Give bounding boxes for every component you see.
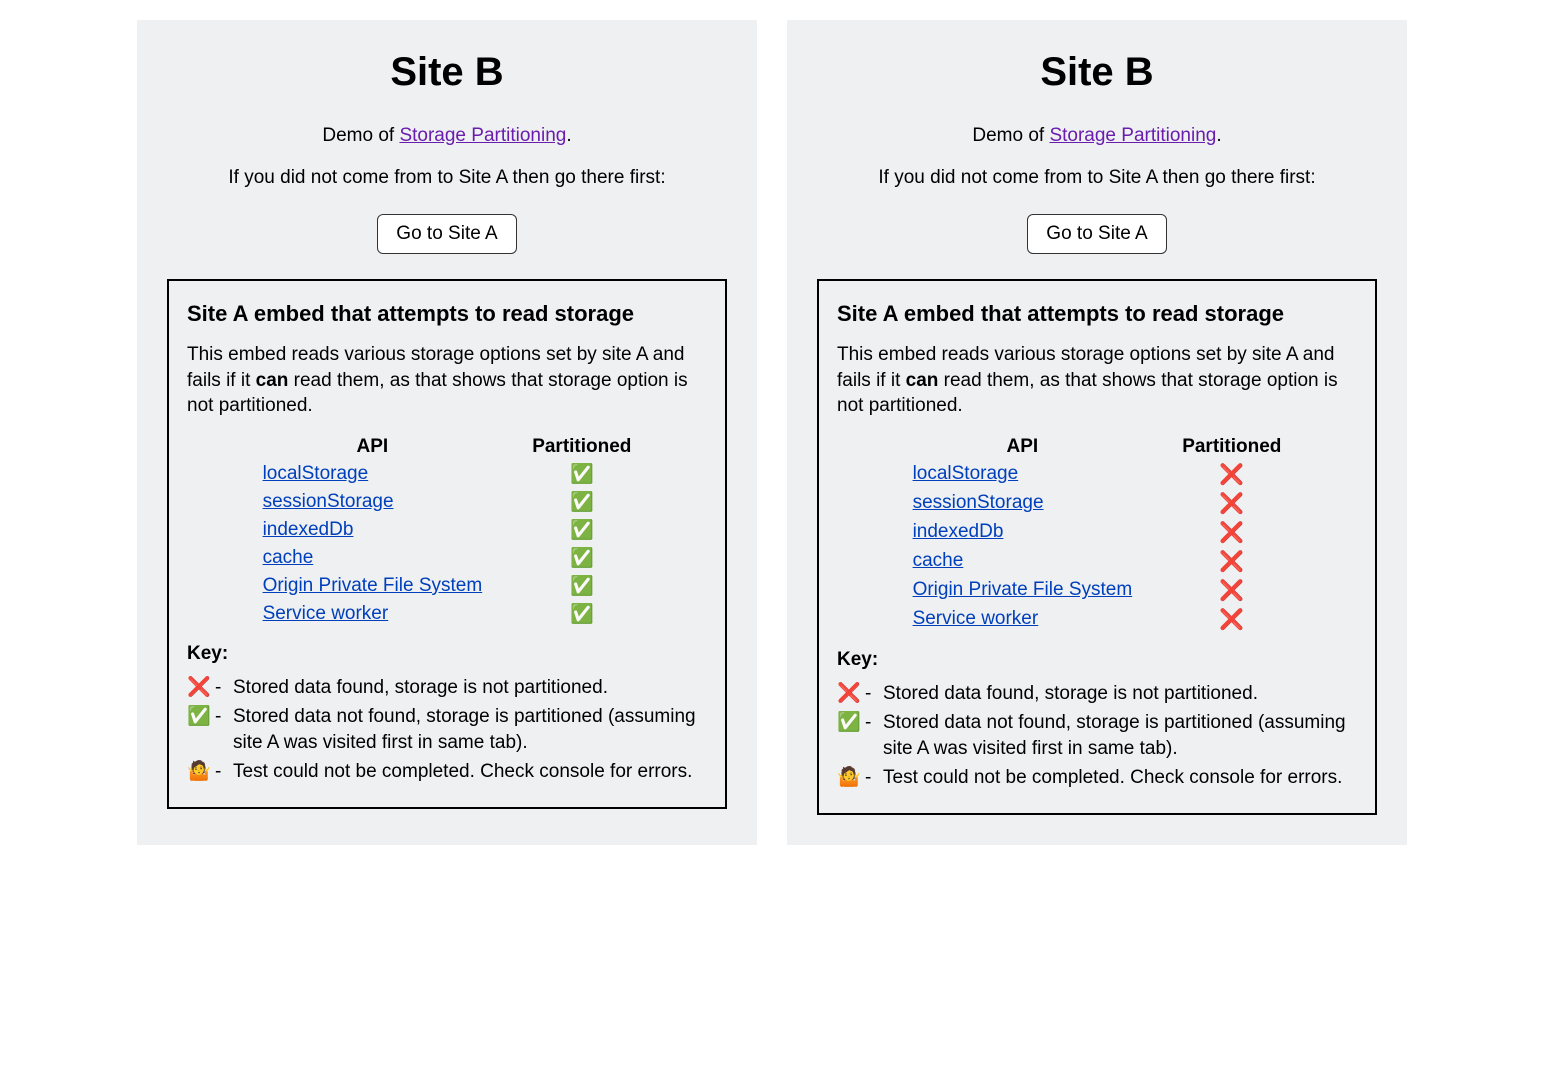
demo-suffix: . (1216, 125, 1221, 146)
demo-prefix: Demo of (972, 125, 1049, 146)
table-row: cache ✅ (238, 544, 657, 572)
api-link-indexeddb[interactable]: indexedDb (263, 519, 354, 540)
key-heading: Key: (187, 643, 707, 665)
api-link-opfs[interactable]: Origin Private File System (263, 575, 483, 596)
table-row: indexedDb ❌ (888, 518, 1307, 547)
demo-line: Demo of Storage Partitioning. (167, 125, 727, 147)
panel-right: Site B Demo of Storage Partitioning. If … (787, 20, 1407, 845)
api-link-opfs[interactable]: Origin Private File System (913, 579, 1133, 600)
api-link-localstorage[interactable]: localStorage (263, 463, 369, 484)
key-row: 🤷 - Test could not be completed. Check c… (837, 765, 1357, 792)
embed-description: This embed reads various storage options… (837, 342, 1357, 419)
go-to-site-a-button[interactable]: Go to Site A (377, 214, 516, 254)
key-text: Stored data found, storage is not partit… (883, 681, 1357, 708)
check-icon: ✅ (837, 710, 865, 737)
storage-partitioning-link[interactable]: Storage Partitioning (399, 125, 566, 146)
demo-line: Demo of Storage Partitioning. (817, 125, 1377, 147)
api-link-localstorage[interactable]: localStorage (913, 463, 1019, 484)
embed-heading: Site A embed that attempts to read stora… (187, 301, 707, 327)
page-title: Site B (817, 50, 1377, 95)
cross-icon: ❌ (187, 675, 215, 702)
shrug-icon: 🤷 (187, 759, 215, 786)
demo-suffix: . (566, 125, 571, 146)
col-api: API (888, 434, 1158, 460)
button-wrap: Go to Site A (817, 214, 1377, 254)
key-row: 🤷 - Test could not be completed. Check c… (187, 759, 707, 786)
api-table: API Partitioned localStorage ✅ sessionSt… (238, 434, 657, 628)
instruction-text: If you did not come from to Site A then … (817, 167, 1377, 189)
storage-partitioning-link[interactable]: Storage Partitioning (1049, 125, 1216, 146)
api-table: API Partitioned localStorage ❌ sessionSt… (888, 434, 1307, 634)
cross-icon: ❌ (1219, 522, 1244, 544)
demo-prefix: Demo of (322, 125, 399, 146)
status-icon: ✅ (507, 572, 656, 600)
table-row: localStorage ❌ (888, 460, 1307, 489)
key-row: ❌ - Stored data found, storage is not pa… (837, 681, 1357, 708)
status-icon: ✅ (507, 600, 656, 628)
api-link-indexeddb[interactable]: indexedDb (913, 521, 1004, 542)
col-partitioned: Partitioned (507, 434, 656, 460)
table-row: indexedDb ✅ (238, 516, 657, 544)
key-list: ❌ - Stored data found, storage is not pa… (187, 675, 707, 785)
key-text: Stored data not found, storage is partit… (883, 710, 1357, 763)
cross-icon: ❌ (1219, 609, 1244, 631)
embed-box: Site A embed that attempts to read stora… (817, 279, 1377, 815)
key-row: ✅ - Stored data not found, storage is pa… (837, 710, 1357, 763)
status-icon: ✅ (507, 516, 656, 544)
instruction-text: If you did not come from to Site A then … (167, 167, 727, 189)
table-row: sessionStorage ✅ (238, 488, 657, 516)
status-icon: ✅ (507, 460, 656, 488)
api-link-service-worker[interactable]: Service worker (263, 603, 389, 624)
status-icon: ✅ (507, 488, 656, 516)
key-text: Test could not be completed. Check conso… (883, 765, 1357, 792)
col-partitioned: Partitioned (1157, 434, 1306, 460)
embed-description: This embed reads various storage options… (187, 342, 707, 419)
button-wrap: Go to Site A (167, 214, 727, 254)
key-text: Stored data found, storage is not partit… (233, 675, 707, 702)
table-row: cache ❌ (888, 547, 1307, 576)
key-row: ❌ - Stored data found, storage is not pa… (187, 675, 707, 702)
cross-icon: ❌ (1219, 551, 1244, 573)
shrug-icon: 🤷 (837, 765, 865, 792)
key-text: Stored data not found, storage is partit… (233, 704, 707, 757)
cross-icon: ❌ (837, 681, 865, 708)
panel-left: Site B Demo of Storage Partitioning. If … (137, 20, 757, 845)
go-to-site-a-button[interactable]: Go to Site A (1027, 214, 1166, 254)
check-icon: ✅ (187, 704, 215, 731)
key-list: ❌ - Stored data found, storage is not pa… (837, 681, 1357, 791)
api-link-sessionstorage[interactable]: sessionStorage (263, 491, 394, 512)
key-text: Test could not be completed. Check conso… (233, 759, 707, 786)
key-row: ✅ - Stored data not found, storage is pa… (187, 704, 707, 757)
cross-icon: ❌ (1219, 580, 1244, 602)
table-row: sessionStorage ❌ (888, 489, 1307, 518)
table-row: Service worker ❌ (888, 605, 1307, 634)
table-row: Origin Private File System ❌ (888, 576, 1307, 605)
api-link-service-worker[interactable]: Service worker (913, 608, 1039, 629)
table-row: localStorage ✅ (238, 460, 657, 488)
embed-heading: Site A embed that attempts to read stora… (837, 301, 1357, 327)
embed-box: Site A embed that attempts to read stora… (167, 279, 727, 809)
table-row: Origin Private File System ✅ (238, 572, 657, 600)
api-link-sessionstorage[interactable]: sessionStorage (913, 492, 1044, 513)
key-heading: Key: (837, 649, 1357, 671)
api-link-cache[interactable]: cache (913, 550, 964, 571)
col-api: API (238, 434, 508, 460)
status-icon: ✅ (507, 544, 656, 572)
api-link-cache[interactable]: cache (263, 547, 314, 568)
table-row: Service worker ✅ (238, 600, 657, 628)
cross-icon: ❌ (1219, 464, 1244, 486)
cross-icon: ❌ (1219, 493, 1244, 515)
page-title: Site B (167, 50, 727, 95)
